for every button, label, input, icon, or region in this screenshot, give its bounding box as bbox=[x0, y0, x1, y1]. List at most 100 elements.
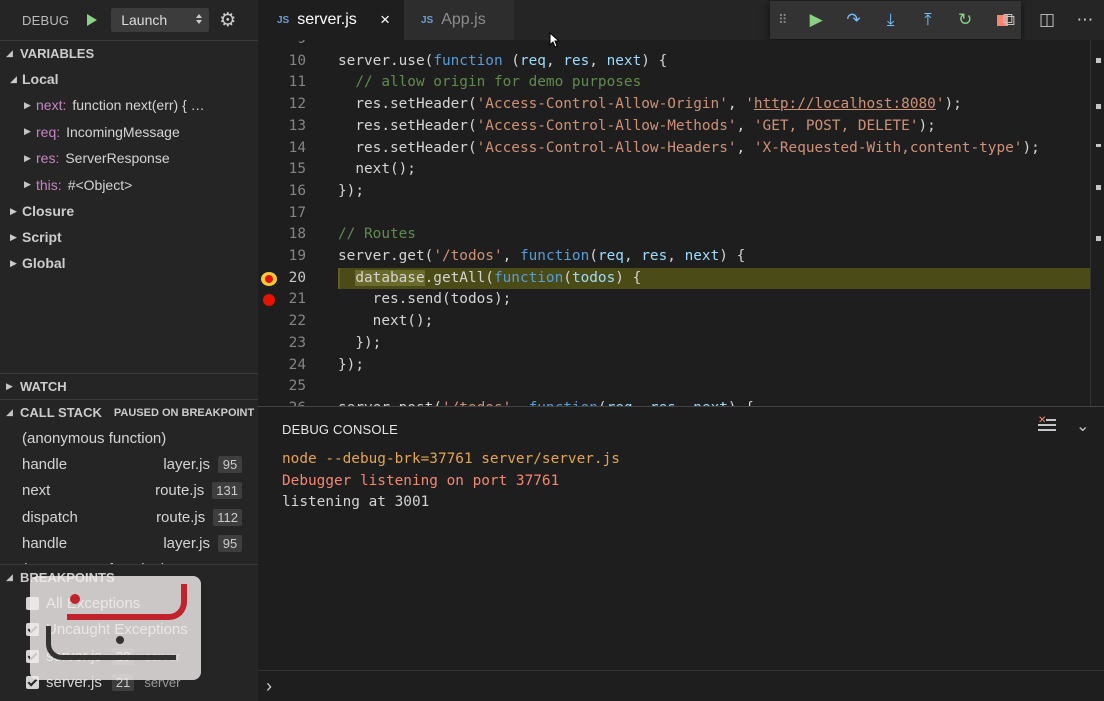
scope-local-label: Local bbox=[22, 71, 59, 87]
split-editor-icon[interactable]: ◫ bbox=[1028, 10, 1066, 30]
callstack-frame[interactable]: dispatch route.js 112 bbox=[0, 504, 258, 530]
code-line: 10 server.use(function (req, res, next) { bbox=[258, 51, 1090, 73]
console-output: node --debug-brk=37761 server/server.js D… bbox=[282, 449, 620, 514]
code-line: 13 res.setHeader('Access-Control-Allow-M… bbox=[258, 116, 1090, 138]
callstack-status: PAUSED ON BREAKPOINT bbox=[113, 406, 255, 419]
editor-scrollbar[interactable] bbox=[1090, 40, 1104, 406]
tab-app-js[interactable]: JS App.js bbox=[404, 0, 514, 40]
code-text: server.get('/todos', function(req, res, … bbox=[338, 248, 746, 264]
js-file-icon: JS bbox=[421, 14, 434, 26]
repl-input[interactable]: › bbox=[258, 670, 1104, 701]
launch-config-select[interactable]: Launch bbox=[111, 8, 210, 32]
line-number: 20 bbox=[288, 269, 306, 286]
code-text: }); bbox=[338, 182, 364, 199]
variable-row[interactable]: ▶ req: IncomingMessage bbox=[0, 119, 258, 146]
overview-ruler-mark bbox=[1096, 185, 1101, 190]
line-number: 23 bbox=[288, 334, 306, 351]
editor-actions: ⧉ ◫ ⋯ bbox=[990, 0, 1104, 40]
frame-line-badge: 112 bbox=[213, 508, 242, 526]
scope-closure[interactable]: ▶ Closure bbox=[0, 198, 258, 224]
frame-file: layer.js bbox=[163, 455, 210, 473]
variable-name: req: bbox=[36, 123, 61, 140]
more-actions-icon[interactable]: ⋯ bbox=[1066, 10, 1104, 30]
debug-sidebar: DEBUG Launch ⚙ ◢ VARIABLES ◢ Local ▶ next… bbox=[0, 0, 258, 701]
step-over-icon[interactable]: ↷ bbox=[835, 1, 872, 39]
console-line: listening at 3001 bbox=[282, 494, 430, 510]
code-line: 19 server.get('/todos', function(req, res… bbox=[258, 246, 1090, 268]
variable-row[interactable]: ▶ this: #<Object> bbox=[0, 172, 258, 199]
line-number: 14 bbox=[288, 139, 306, 156]
code-editor[interactable]: 910 server.use(function (req, res, next) … bbox=[258, 40, 1104, 406]
frame-line-badge: 95 bbox=[218, 534, 242, 552]
scope-global-label: Global bbox=[22, 255, 66, 271]
variable-value: ServerResponse bbox=[65, 150, 170, 167]
variable-row[interactable]: ▶ res: ServerResponse bbox=[0, 145, 258, 172]
frame-file: layer.js bbox=[163, 534, 210, 552]
callstack-frame[interactable]: handle layer.js 95 bbox=[0, 451, 258, 477]
code-text: res.setHeader('Access-Control-Allow-Head… bbox=[338, 139, 1040, 156]
code-text: res.send(todos); bbox=[338, 291, 512, 308]
variable-name: this: bbox=[36, 176, 62, 193]
callstack-frame[interactable]: next route.js 131 bbox=[0, 478, 258, 504]
frame-line-badge: 95 bbox=[218, 455, 242, 473]
scope-script[interactable]: ▶ Script bbox=[0, 224, 258, 250]
code-line: 20 database.getAll(function(todos) { bbox=[258, 267, 1090, 290]
code-line: 16}); bbox=[258, 181, 1090, 203]
clear-console-icon[interactable]: ✕ bbox=[1038, 415, 1056, 437]
restart-icon[interactable]: ↻ bbox=[947, 1, 984, 39]
tab-label: App.js bbox=[441, 11, 486, 28]
code-text: next(); bbox=[338, 161, 416, 178]
gear-icon[interactable]: ⚙ bbox=[219, 11, 236, 30]
variables-section-header[interactable]: ◢ VARIABLES bbox=[0, 40, 258, 66]
variable-name: res: bbox=[36, 150, 60, 167]
chevron-right-icon: ▶ bbox=[24, 152, 31, 163]
code-line: 9 bbox=[258, 40, 1090, 51]
chevron-right-icon: ▶ bbox=[10, 231, 17, 242]
chevron-down-icon[interactable]: ⌄ bbox=[1076, 416, 1089, 436]
close-icon[interactable]: × bbox=[380, 10, 390, 30]
step-out-icon[interactable]: ⤒ bbox=[909, 1, 946, 39]
debug-header: DEBUG Launch ⚙ bbox=[0, 0, 258, 40]
code-line: 15 next(); bbox=[258, 159, 1090, 181]
frame-file: route.js bbox=[155, 482, 205, 500]
variable-row[interactable]: ▶ next: function next(err) { … bbox=[0, 92, 258, 119]
launch-config-value: Launch bbox=[121, 12, 168, 28]
overview-ruler-mark bbox=[1096, 104, 1101, 109]
scope-local[interactable]: ◢ Local bbox=[0, 66, 258, 92]
code-line: 23 }); bbox=[258, 333, 1090, 355]
frame-file: route.js bbox=[156, 508, 206, 526]
line-number: 22 bbox=[288, 313, 306, 330]
chevron-right-icon: ▶ bbox=[10, 205, 17, 216]
callstack-frame[interactable]: (anonymous function) bbox=[0, 425, 258, 451]
code-line: 14 res.setHeader('Access-Control-Allow-H… bbox=[258, 138, 1090, 160]
chevron-down-icon: ◢ bbox=[6, 407, 13, 417]
js-file-icon: JS bbox=[277, 14, 290, 26]
drag-grip-icon[interactable]: ⠿ bbox=[778, 12, 798, 28]
line-number: 12 bbox=[288, 96, 306, 113]
callstack-frame[interactable]: handle layer.js 95 bbox=[0, 530, 258, 556]
callstack-section-header[interactable]: ◢ CALL STACK PAUSED ON BREAKPOINT bbox=[0, 399, 258, 425]
tab-server-js[interactable]: JS server.js × bbox=[258, 0, 404, 40]
repl-prompt-icon: › bbox=[266, 676, 272, 696]
start-debugging-play-icon[interactable] bbox=[87, 14, 98, 26]
variable-value: function next(err) { … bbox=[72, 97, 205, 114]
editor-tab-bar: JS server.js × JS App.js ⠿ ▶ ↷ ⤓ ⤒ ↻ ⧉ ◫… bbox=[258, 0, 1104, 40]
line-number: 21 bbox=[288, 291, 306, 308]
watch-section-header[interactable]: ▶ WATCH bbox=[0, 373, 258, 399]
frame-function: (anonymous function) bbox=[22, 429, 167, 447]
chevron-right-icon: ▶ bbox=[10, 257, 17, 268]
line-number: 26 bbox=[258, 398, 306, 406]
frame-function: handle bbox=[22, 534, 68, 552]
code-line: 11 // allow origin for demo purposes bbox=[258, 72, 1090, 94]
continue-play-icon[interactable]: ▶ bbox=[798, 1, 835, 39]
debug-console-panel: DEBUG CONSOLE ✕ ⌄ node --debug-brk=37761… bbox=[258, 406, 1104, 701]
scope-global[interactable]: ▶ Global bbox=[0, 250, 258, 276]
chevron-right-icon: ▶ bbox=[6, 381, 13, 391]
code-text: // allow origin for demo purposes bbox=[355, 74, 642, 91]
step-into-icon[interactable]: ⤓ bbox=[872, 1, 909, 39]
code-line: 21 res.send(todos); bbox=[258, 289, 1090, 311]
open-changes-icon[interactable]: ⧉ bbox=[990, 10, 1028, 30]
line-number: 19 bbox=[288, 248, 306, 264]
chevron-right-icon: ▶ bbox=[24, 126, 31, 137]
debug-toolbar: ⠿ ▶ ↷ ⤓ ⤒ ↻ bbox=[770, 1, 1021, 39]
